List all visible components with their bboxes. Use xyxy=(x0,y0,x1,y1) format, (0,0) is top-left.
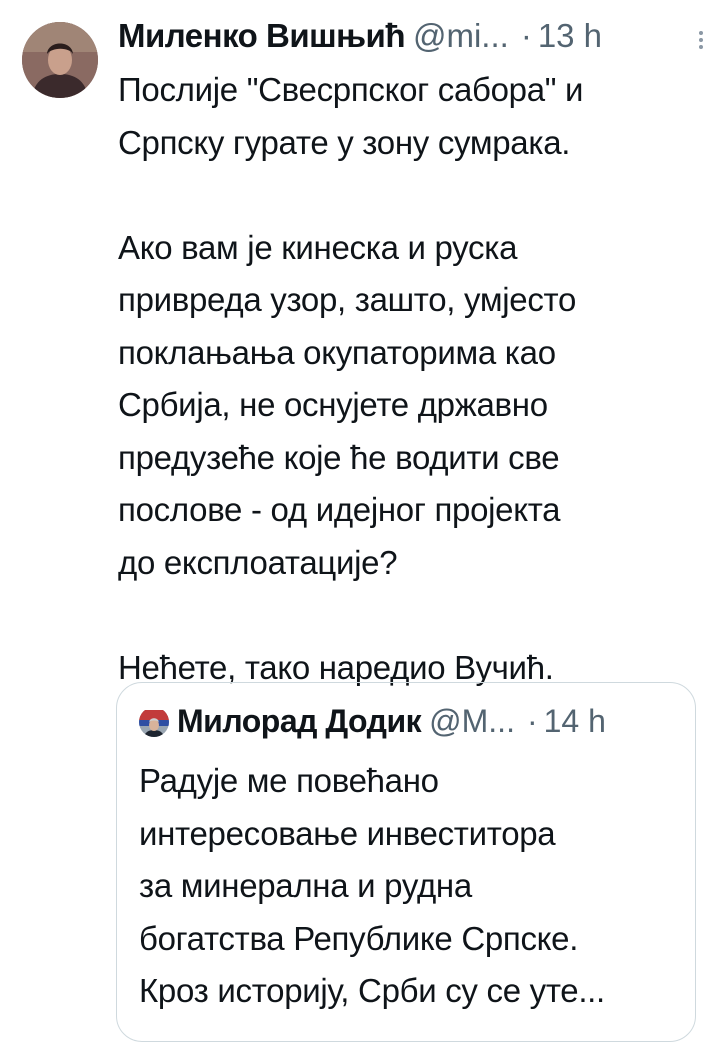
separator-dot: · xyxy=(526,703,538,739)
tweet-text: Послије "Свесрпског сабора" и Српску гур… xyxy=(118,64,708,694)
quoted-text-line: интересовање инвеститора xyxy=(139,814,556,852)
tweet[interactable]: Миленко Вишњић @mi... · 13 h Послије "Свеср… xyxy=(0,0,720,1042)
tweet-text-line: привреда узор, зашто, умјесто xyxy=(118,281,577,318)
quoted-author-avatar[interactable] xyxy=(139,707,169,737)
quoted-tweet[interactable]: Милорад Додик @M... · 14 h Радује ме повећа… xyxy=(116,682,696,1042)
quoted-author-name[interactable]: Милорад Додик xyxy=(177,703,422,739)
tweet-text-line: Српску гурате у зону сумрака. xyxy=(118,123,571,161)
quoted-tweet-text: Радује ме повећано интересовање инвестит… xyxy=(139,755,679,1018)
tweet-text-line: предузеће које ће водити све xyxy=(118,438,560,476)
author-avatar[interactable] xyxy=(22,22,98,98)
quoted-text-line: Радује ме повећано xyxy=(139,762,439,799)
author-handle[interactable]: @mi... xyxy=(413,17,509,54)
tweet-header: Миленко Вишњић @mi... · 13 h xyxy=(118,14,708,58)
tweet-text-line: Ако вам је кинеска и руска xyxy=(118,228,518,266)
quoted-tweet-header: Милорад Додик @M... · 14 h xyxy=(139,699,606,743)
tweet-text-line: поклањања окупаторима као xyxy=(118,333,556,371)
quoted-text-line: богатства Републике Српске. xyxy=(139,919,579,957)
quoted-text-line: за минерална и рудна xyxy=(139,867,472,904)
tweet-text-line: до експлоатације? xyxy=(118,543,398,581)
profile-photo-icon xyxy=(139,710,169,737)
more-vertical-icon[interactable] xyxy=(698,30,704,50)
tweet-timestamp[interactable]: 13 h xyxy=(538,17,602,54)
author-name[interactable]: Миленко Вишњић xyxy=(118,17,405,54)
profile-photo-icon xyxy=(22,22,98,98)
quoted-text-line: Кроз историју, Срби су се уте... xyxy=(139,972,605,1009)
tweet-text-line: Србија, не оснујете државно xyxy=(118,386,548,423)
quoted-author-handle[interactable]: @M... xyxy=(429,703,515,739)
tweet-text-line: Послије "Свесрпског сабора" и xyxy=(118,71,584,108)
tweet-text-line: послове - од идејног пројекта xyxy=(118,491,561,528)
quoted-tweet-timestamp[interactable]: 14 h xyxy=(544,703,606,739)
separator-dot: · xyxy=(520,17,532,54)
